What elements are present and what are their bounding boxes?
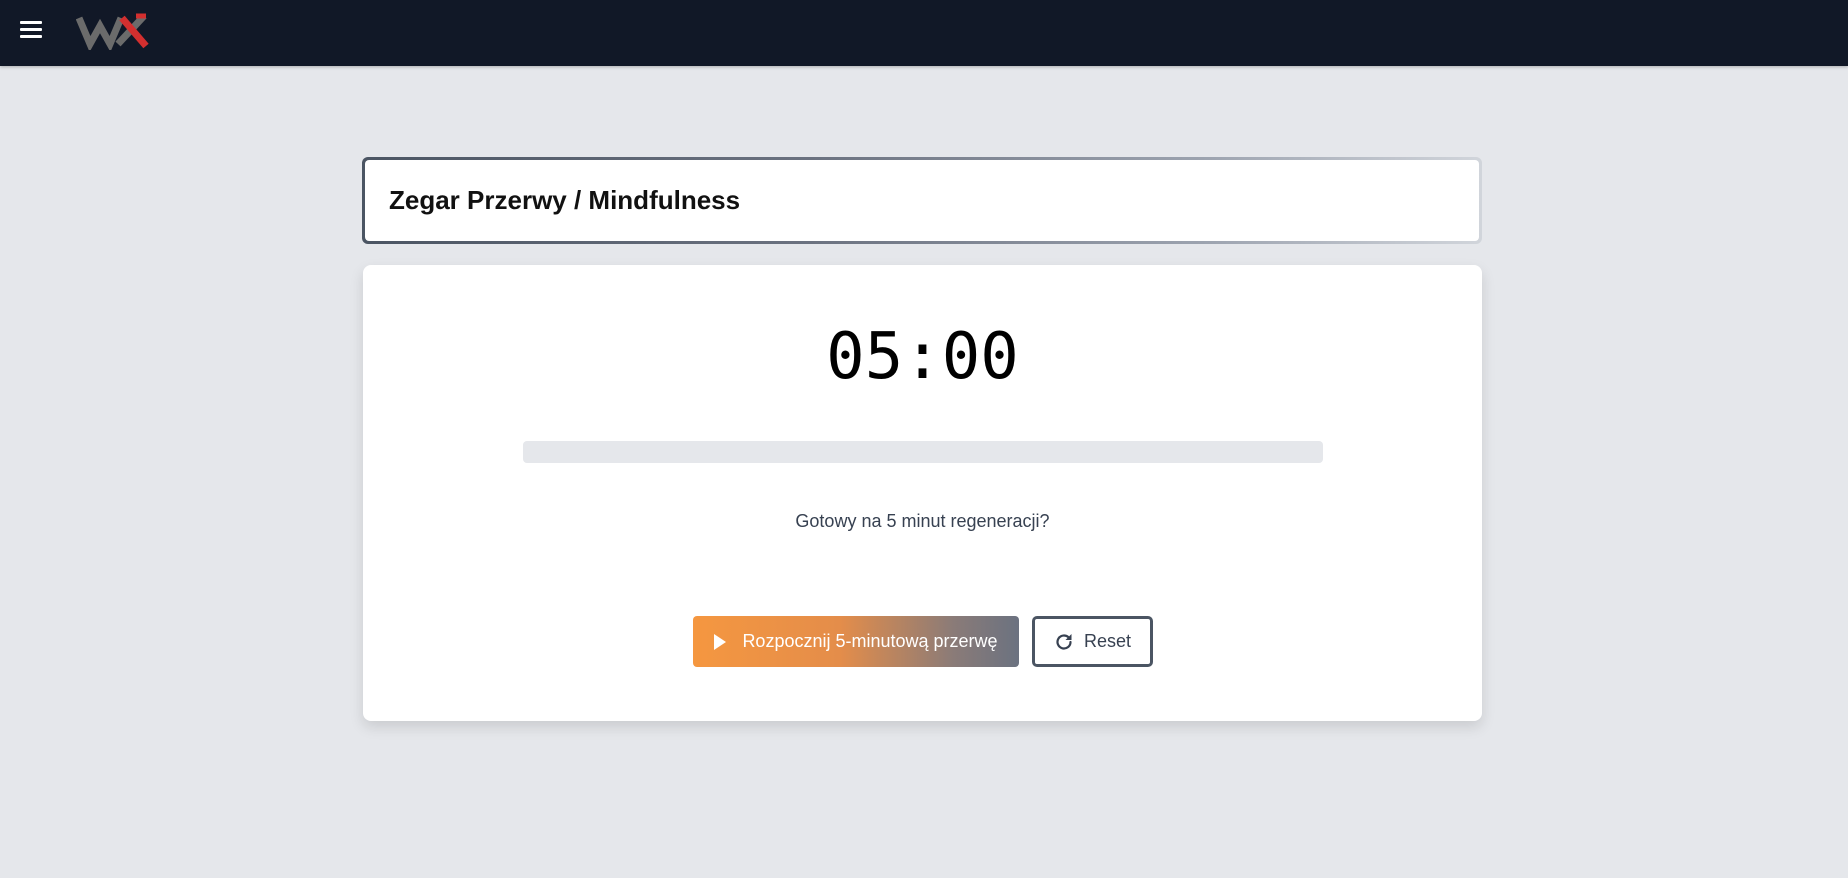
reset-button[interactable]: Reset xyxy=(1032,616,1153,667)
refresh-icon xyxy=(1054,632,1074,652)
timer-display: 05:00 xyxy=(826,320,1019,394)
page-title-card: Zegar Przerwy / Mindfulness xyxy=(362,157,1482,244)
page-title: Zegar Przerwy / Mindfulness xyxy=(389,185,741,215)
play-icon xyxy=(714,633,727,650)
reset-label: Reset xyxy=(1083,631,1132,651)
page-title-container: Zegar Przerwy / Mindfulness xyxy=(365,160,1479,241)
progress-bar xyxy=(523,441,1323,463)
menu-line xyxy=(20,27,42,31)
logo-graphic xyxy=(75,13,149,52)
status-message: Gotowy na 5 minut regeneracji? xyxy=(795,511,1050,531)
menu-line xyxy=(20,34,42,38)
menu-line xyxy=(20,20,42,24)
app-logo[interactable] xyxy=(75,12,150,52)
top-navigation-bar xyxy=(0,0,1848,66)
start-break-button[interactable]: Rozpocznij 5-minutową przerwę xyxy=(693,616,1019,667)
start-break-label: Rozpocznij 5-minutową przerwę xyxy=(742,631,998,651)
hamburger-menu-icon[interactable] xyxy=(20,17,44,41)
timer-card: 05:00 Gotowy na 5 minut regeneracji? Roz… xyxy=(363,265,1482,721)
